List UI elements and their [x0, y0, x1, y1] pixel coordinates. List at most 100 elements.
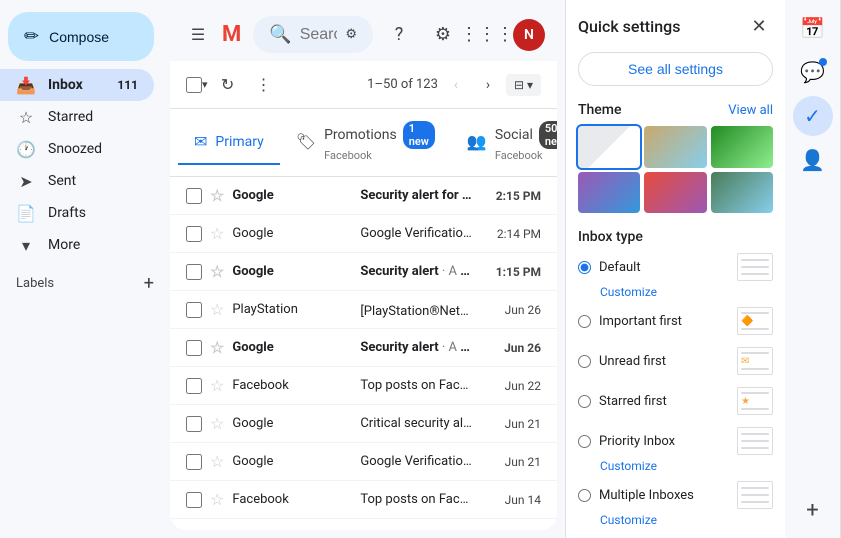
email-star-8[interactable]: ☆	[210, 490, 224, 509]
email-checkbox-3[interactable]	[186, 302, 202, 318]
email-row[interactable]: ☆ Google Security alert for nyimeate@gma…	[170, 177, 557, 215]
theme-forest[interactable]	[711, 126, 773, 168]
email-star-4[interactable]: ☆	[210, 338, 224, 357]
search-bar[interactable]: 🔍 ⚙	[253, 16, 373, 53]
customize-link-priority_inbox[interactable]: Customize	[600, 459, 773, 473]
chat-notification-dot	[819, 58, 827, 66]
sidebar-item-more[interactable]: ▾ More	[0, 229, 154, 261]
theme-section-header: Theme View all	[578, 102, 773, 118]
quick-settings-close-button[interactable]: ✕	[745, 12, 773, 40]
inbox-type-label: Inbox type	[578, 229, 773, 245]
inbox-preview-priority_inbox	[737, 427, 773, 455]
email-subject-4: Security alert · A new sign-in on ...	[360, 340, 473, 355]
inbox-radio-important_first[interactable]	[578, 315, 591, 328]
email-checkbox-2[interactable]	[186, 264, 202, 280]
meet-icon-button[interactable]: 📅	[793, 8, 833, 48]
inbox-option-unread_first: Unread first✉	[578, 347, 773, 375]
customize-link-default[interactable]: Customize	[600, 285, 773, 299]
email-star-0[interactable]: ☆	[210, 186, 224, 205]
add-sidebar-button[interactable]: +	[793, 490, 833, 530]
email-checkbox-8[interactable]	[186, 492, 202, 508]
settings-button[interactable]: ⚙	[425, 17, 461, 53]
email-row[interactable]: ☆ Google Critical security alert for nyi…	[170, 405, 557, 443]
tab-label-row-social: Social 50 new	[495, 121, 557, 149]
chat-icon-button[interactable]: 💬	[793, 52, 833, 92]
more-options-button[interactable]: ⋮	[248, 69, 280, 101]
email-checkbox-9[interactable]	[186, 530, 202, 531]
view-toggle-button[interactable]: ⊟ ▾	[506, 74, 541, 96]
email-star-7[interactable]: ☆	[210, 452, 224, 471]
email-star-3[interactable]: ☆	[210, 300, 224, 319]
tab-label-promotions: Promotions	[324, 127, 397, 143]
theme-mountain[interactable]	[711, 172, 773, 214]
sidebar-item-inbox[interactable]: 📥 Inbox 111	[0, 69, 154, 101]
help-button[interactable]: ?	[381, 17, 417, 53]
sidebar-item-drafts[interactable]: 📄 Drafts	[0, 197, 154, 229]
prev-page-button[interactable]: ‹	[442, 71, 470, 99]
email-row[interactable]: ☆ Google Security alert · A new sign-in …	[170, 329, 557, 367]
search-icon: 🔍	[269, 24, 291, 45]
search-input[interactable]	[300, 26, 338, 44]
theme-view-all-link[interactable]: View all	[728, 103, 773, 118]
inbox-radio-unread_first[interactable]	[578, 355, 591, 368]
tasks-icon-button[interactable]: ✓	[793, 96, 833, 136]
tab-badge-social: 50 new	[539, 121, 557, 149]
email-row[interactable]: ☆ Google Google Verification Code · Goog…	[170, 443, 557, 481]
starred-icon: ☆	[16, 108, 36, 127]
email-row[interactable]: ☆ Facebook Top posts on Facebook: posts …	[170, 519, 557, 530]
theme-abstract[interactable]	[578, 172, 640, 214]
email-row[interactable]: ☆ Google Security alert · A new sign-in …	[170, 253, 557, 291]
avatar[interactable]: N	[513, 19, 545, 51]
email-sender-1: Google	[232, 226, 352, 241]
email-subject-5: Top posts on Facebook: posts fro...	[360, 378, 473, 393]
email-checkbox-7[interactable]	[186, 454, 202, 470]
email-row[interactable]: ☆ Facebook Top posts on Facebook: posts …	[170, 481, 557, 519]
inbox-radio-priority_inbox[interactable]	[578, 435, 591, 448]
email-checkbox-6[interactable]	[186, 416, 202, 432]
inbox-radio-default[interactable]	[578, 261, 591, 274]
select-all-group: ▾	[186, 77, 208, 93]
see-all-settings-button[interactable]: See all settings	[578, 52, 773, 86]
email-star-2[interactable]: ☆	[210, 262, 224, 281]
compose-button[interactable]: ✏ Compose	[8, 12, 154, 61]
email-row[interactable]: ☆ Facebook Top posts on Facebook: posts …	[170, 367, 557, 405]
email-checkbox-4[interactable]	[186, 340, 202, 356]
email-row[interactable]: ☆ PlayStation [PlayStation®Network] アカウン…	[170, 291, 557, 329]
tab-social[interactable]: 👥 Social 50 new Facebook	[451, 109, 557, 176]
email-star-9[interactable]: ☆	[210, 528, 224, 530]
theme-flowers[interactable]	[644, 172, 706, 214]
add-label-button[interactable]: +	[144, 273, 154, 294]
hamburger-menu-button[interactable]: ☰	[182, 19, 214, 51]
contacts-icon-button[interactable]: 👤	[793, 140, 833, 180]
labels-title: Labels	[16, 276, 54, 291]
select-all-checkbox[interactable]	[186, 77, 202, 93]
top-icons: ? ⚙ ⋮⋮⋮ N	[381, 17, 545, 53]
inbox-option-row-priority_inbox: Priority Inbox	[578, 427, 773, 455]
sidebar-item-starred[interactable]: ☆ Starred	[0, 101, 154, 133]
refresh-button[interactable]: ↻	[212, 69, 244, 101]
email-star-5[interactable]: ☆	[210, 376, 224, 395]
search-options-icon[interactable]: ⚙	[345, 27, 357, 42]
email-date-4: Jun 26	[481, 341, 541, 355]
email-checkbox-5[interactable]	[186, 378, 202, 394]
email-checkbox-0[interactable]	[186, 188, 202, 204]
tab-label-row-promotions: Promotions 1 new	[324, 121, 435, 149]
tab-primary[interactable]: ✉ Primary	[178, 120, 280, 165]
more-icon: ⋮	[256, 75, 272, 94]
email-checkbox-1[interactable]	[186, 226, 202, 242]
customize-link-multiple_inboxes[interactable]: Customize	[600, 513, 773, 527]
theme-beach[interactable]	[644, 126, 706, 168]
email-star-1[interactable]: ☆	[210, 224, 224, 243]
next-page-button[interactable]: ›	[474, 71, 502, 99]
sidebar-item-sent[interactable]: ➤ Sent	[0, 165, 154, 197]
email-star-6[interactable]: ☆	[210, 414, 224, 433]
select-dropdown-arrow[interactable]: ▾	[202, 78, 208, 91]
theme-default[interactable]	[578, 126, 640, 168]
inbox-radio-multiple_inboxes[interactable]	[578, 489, 591, 502]
sidebar-item-snoozed[interactable]: 🕐 Snoozed	[0, 133, 154, 165]
tab-promotions[interactable]: 🏷 Promotions 1 new Facebook	[280, 109, 451, 176]
email-row[interactable]: ☆ Google Google Verification Code · Goog…	[170, 215, 557, 253]
apps-button[interactable]: ⋮⋮⋮	[469, 17, 505, 53]
inbox-preview-icon-unread_first: ✉	[741, 356, 769, 367]
inbox-radio-starred_first[interactable]	[578, 395, 591, 408]
